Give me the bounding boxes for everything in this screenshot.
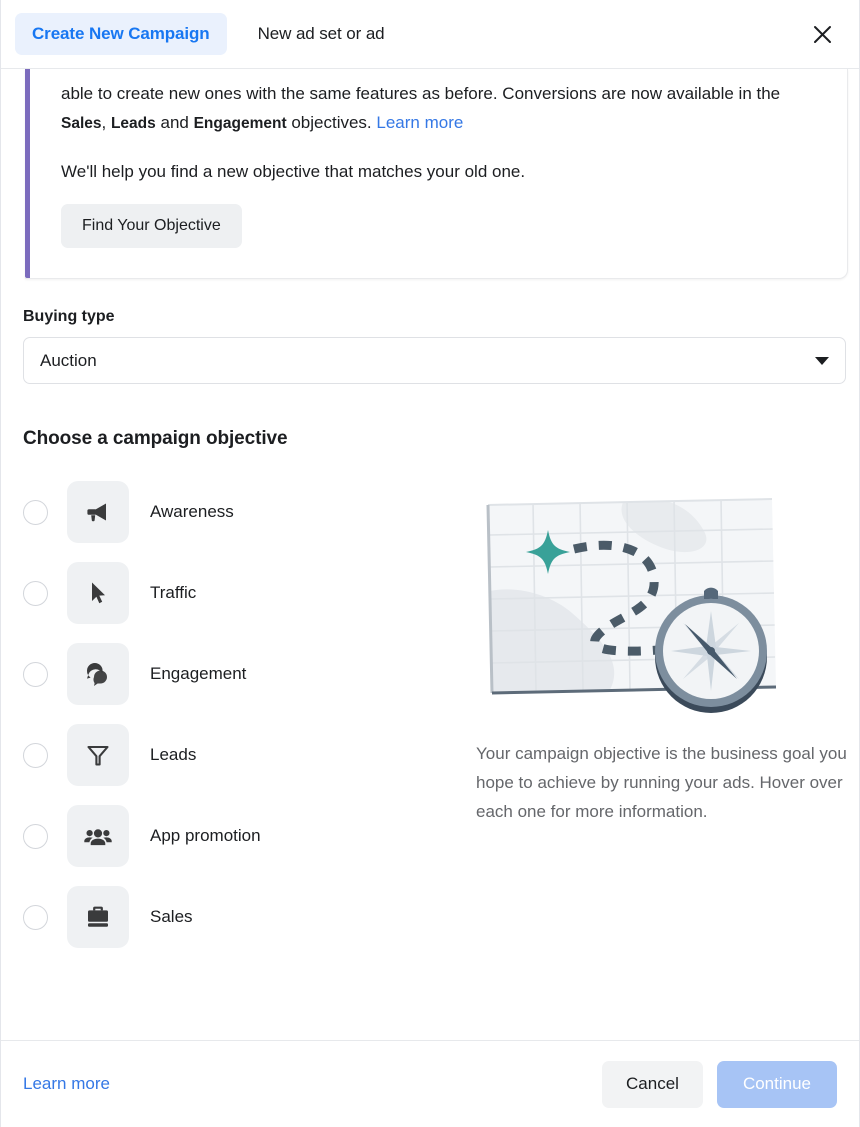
cancel-button[interactable]: Cancel [602,1060,703,1108]
objective-list: Awareness Traffic Engagement Leads App p… [23,481,443,967]
radio-traffic[interactable] [23,580,48,606]
briefcase-icon [67,886,129,948]
dialog-body: able to create new ones with the same fe… [1,69,859,1040]
tab-create-new-campaign[interactable]: Create New Campaign [15,13,227,55]
people-icon [67,805,129,867]
notice-sep-2: and [155,113,194,132]
objective-option-traffic[interactable]: Traffic [23,562,443,624]
notice-text-a: able to create new ones with the same fe… [61,84,781,103]
objective-label: Traffic [150,583,197,602]
tab-new-ad-set-or-ad-label: New ad set or ad [257,24,385,43]
tab-new-ad-set-or-ad[interactable]: New ad set or ad [241,13,402,55]
objective-label: Leads [150,745,197,764]
footer-learn-more-link[interactable]: Learn more [23,1074,110,1094]
objective-option-sales[interactable]: Sales [23,886,443,948]
notice-learn-more-link[interactable]: Learn more [376,113,463,132]
objective-info-panel: Your campaign objective is the business … [443,481,848,967]
close-icon [812,24,833,45]
buying-type-label: Buying type [23,308,115,325]
find-your-objective-button[interactable]: Find Your Objective [61,204,242,248]
objective-label: Engagement [150,664,247,683]
megaphone-icon [67,481,129,543]
radio-sales[interactable] [23,904,48,930]
chat-bubble-icon [67,643,129,705]
continue-button[interactable]: Continue [716,1060,837,1108]
objective-option-awareness[interactable]: Awareness [23,481,443,543]
notice-bold-leads: Leads [110,115,156,132]
dialog-footer: Learn more Cancel Continue [1,1040,859,1127]
radio-app-promotion[interactable] [23,823,48,849]
objective-option-engagement[interactable]: Engagement [23,643,443,705]
notice-sep-1: , [101,113,111,132]
notice-bold-engagement: Engagement [193,115,287,132]
radio-engagement[interactable] [23,661,48,687]
objective-option-leads[interactable]: Leads [23,724,443,786]
objective-picker: Awareness Traffic Engagement Leads App p… [23,481,847,967]
notice-paragraph-1: able to create new ones with the same fe… [61,79,823,138]
objective-option-app-promotion[interactable]: App promotion [23,805,443,867]
notice-bold-sales: Sales [61,115,102,132]
buying-type-select[interactable]: Auction [23,337,846,384]
objective-change-notice: able to create new ones with the same fe… [25,69,848,279]
objective-label: App promotion [150,826,261,845]
map-and-compass-illustration [476,487,848,717]
tab-create-new-campaign-label: Create New Campaign [32,24,210,43]
objective-label: Awareness [150,502,234,521]
chevron-down-icon [815,356,829,365]
funnel-icon [67,724,129,786]
objective-description: Your campaign objective is the business … [476,744,847,821]
buying-type-value: Auction [40,350,97,370]
radio-leads[interactable] [23,742,48,768]
dialog-header: Create New Campaign New ad set or ad [1,0,859,69]
radio-awareness[interactable] [23,499,48,525]
create-campaign-dialog: Create New Campaign New ad set or ad abl… [0,0,860,1127]
notice-text-b: objectives. [286,113,377,132]
page-title: Choose a campaign objective [23,428,288,449]
close-button[interactable] [805,17,839,51]
objective-label: Sales [150,907,193,926]
notice-paragraph-2: We'll help you find a new objective that… [61,162,526,181]
footer-actions: Cancel Continue [602,1060,837,1108]
cursor-icon [67,562,129,624]
